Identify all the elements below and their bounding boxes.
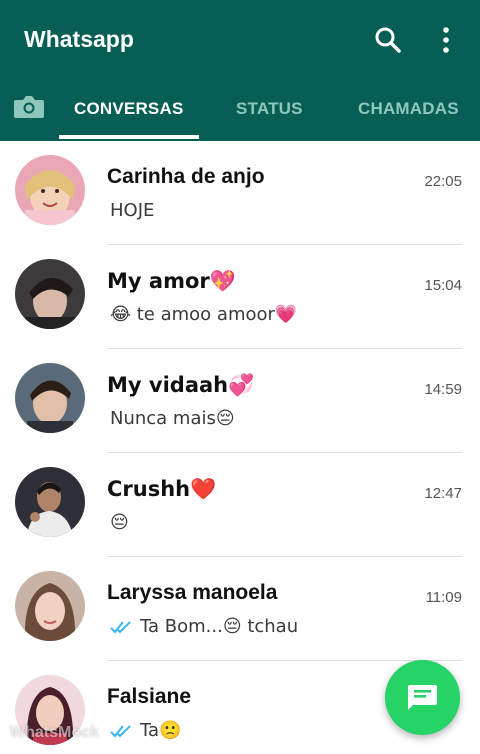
avatar[interactable] <box>15 155 85 225</box>
message-time: 15:04 <box>424 277 462 294</box>
preview-text: Ta Bom...😔 tchau <box>140 616 299 637</box>
contact-name: Falsiane <box>107 685 192 708</box>
search-button[interactable] <box>372 24 404 56</box>
message-time: 22:05 <box>424 173 462 190</box>
contact-name: My vidaah💞 <box>107 373 255 397</box>
contact-name: Carinha de anjo <box>107 165 265 188</box>
message-preview: 😂 te amoo amoor💗 <box>110 304 297 325</box>
avatar[interactable] <box>15 259 85 329</box>
message-preview: Nunca mais😔 <box>110 408 235 429</box>
avatar[interactable] <box>15 363 85 433</box>
contact-name: Laryssa manoela <box>107 581 278 604</box>
tab-camera[interactable] <box>12 92 46 122</box>
tab-status[interactable]: STATUS <box>236 99 303 119</box>
avatar[interactable] <box>15 571 85 641</box>
read-ticks-icon <box>110 620 131 633</box>
preview-text: 😔 <box>110 512 129 533</box>
preview-text: Ta🙁 <box>140 720 182 741</box>
preview-text: Nunca mais😔 <box>110 408 235 429</box>
more-vert-icon <box>443 27 449 53</box>
contact-name: My amor💖 <box>107 269 236 293</box>
read-ticks-icon <box>110 724 131 737</box>
message-preview: Ta🙁 <box>110 720 181 741</box>
preview-text: HOJE <box>110 200 155 221</box>
message-preview: HOJE <box>110 200 154 221</box>
chat-row-laryssa-manoela[interactable]: Laryssa manoela 11:09 Ta Bom...😔 tchau <box>0 557 480 661</box>
chat-row-my-amor[interactable]: My amor💖 15:04 😂 te amoo amoor💗 <box>0 245 480 349</box>
chat-row-crushh[interactable]: Crushh❤️ 12:47 😔 <box>0 453 480 557</box>
new-chat-button[interactable] <box>385 660 460 735</box>
search-icon <box>375 27 401 53</box>
preview-text: 😂 te amoo amoor💗 <box>110 304 298 325</box>
new-chat-icon <box>408 685 437 710</box>
tab-conversas[interactable]: CONVERSAS <box>74 99 184 119</box>
active-tab-indicator <box>59 135 199 139</box>
message-time: 11:09 <box>425 589 462 606</box>
app-bar: Whatsapp CONVERSAS STATUS CHAMADAS <box>0 0 480 141</box>
more-options-button[interactable] <box>432 24 460 56</box>
message-time: 12:47 <box>424 485 462 502</box>
avatar[interactable] <box>15 467 85 537</box>
chat-row-carinha-de-anjo[interactable]: Carinha de anjo 22:05 HOJE <box>0 141 480 245</box>
contact-name: Crushh❤️ <box>107 477 217 501</box>
message-preview: 😔 <box>110 512 129 533</box>
message-time: 14:59 <box>424 381 462 398</box>
camera-icon <box>14 96 44 118</box>
message-preview: Ta Bom...😔 tchau <box>110 616 298 637</box>
app-title: Whatsapp <box>24 26 134 52</box>
tab-chamadas[interactable]: CHAMADAS <box>358 99 459 119</box>
tab-bar: CONVERSAS STATUS CHAMADAS <box>0 80 480 141</box>
chat-row-my-vidaah[interactable]: My vidaah💞 14:59 Nunca mais😔 <box>0 349 480 453</box>
watermark: WhatsMock <box>10 724 99 741</box>
